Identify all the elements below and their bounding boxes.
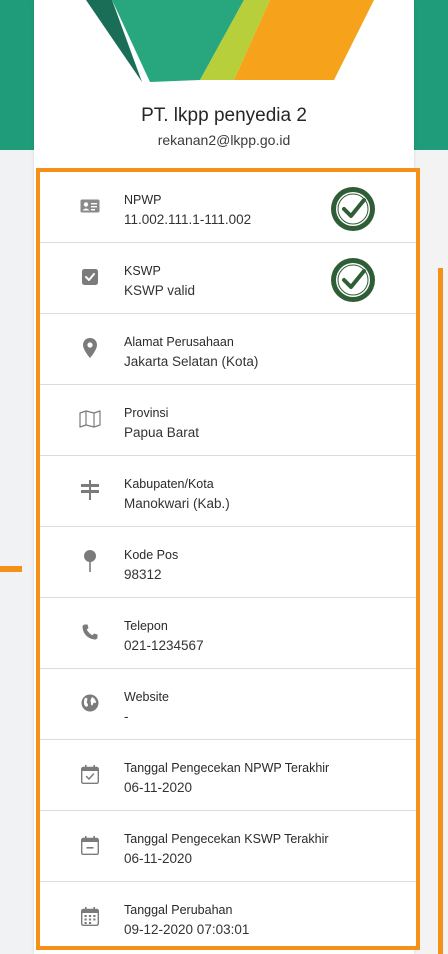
detail-label: NPWP bbox=[124, 193, 162, 207]
detail-label: Telepon bbox=[124, 619, 168, 633]
detail-value: Manokwari (Kab.) bbox=[124, 496, 230, 511]
detail-value: 11.002.111.1-111.002 bbox=[124, 212, 252, 227]
calendar-check-icon bbox=[78, 762, 102, 786]
detail-row-tanggal-perubahan: Tanggal Perubahan 09-12-2020 07:03:01 bbox=[40, 882, 416, 946]
verified-badge-icon bbox=[330, 257, 376, 303]
company-header: PT. lkpp penyedia 2 rekanan2@lkpp.go.id bbox=[34, 104, 414, 150]
detail-row-kabupaten: Kabupaten/Kota Manokwari (Kab.) bbox=[40, 456, 416, 527]
detail-value: KSWP valid bbox=[124, 283, 196, 298]
detail-value: 06-11-2020 bbox=[124, 851, 193, 866]
detail-value: 021-1234567 bbox=[124, 638, 204, 653]
phone-icon bbox=[78, 620, 102, 644]
detail-label: Kabupaten/Kota bbox=[124, 477, 214, 491]
detail-label: Alamat Perusahaan bbox=[124, 335, 234, 349]
company-details-panel: NPWP 11.002.111.1-111.002 KSWP KSWP vali… bbox=[36, 168, 420, 950]
profile-banner bbox=[34, 0, 414, 90]
detail-value: 06-11-2020 bbox=[124, 780, 193, 795]
background-teal-band-right bbox=[414, 0, 448, 150]
detail-label: Tanggal Perubahan bbox=[124, 903, 233, 917]
verified-badge-icon bbox=[330, 186, 376, 232]
background-teal-band-left bbox=[0, 0, 34, 150]
detail-row-kode-pos: Kode Pos 98312 bbox=[40, 527, 416, 598]
detail-label: Website bbox=[124, 690, 169, 704]
detail-label: Provinsi bbox=[124, 406, 169, 420]
detail-row-telepon: Telepon 021-1234567 bbox=[40, 598, 416, 669]
detail-row-kswp: KSWP KSWP valid bbox=[40, 243, 416, 314]
signpost-icon bbox=[78, 478, 102, 502]
map-icon bbox=[78, 407, 102, 431]
detail-value: - bbox=[124, 709, 129, 724]
detail-value: 98312 bbox=[124, 567, 162, 582]
connector-line-left bbox=[0, 566, 22, 572]
company-name: PT. lkpp penyedia 2 bbox=[141, 105, 307, 126]
pushpin-icon bbox=[78, 549, 102, 573]
detail-row-provinsi: Provinsi Papua Barat bbox=[40, 385, 416, 456]
detail-value: Jakarta Selatan (Kota) bbox=[124, 354, 259, 369]
calendar-icon bbox=[78, 904, 102, 928]
detail-row-npwp: NPWP 11.002.111.1-111.002 bbox=[40, 172, 416, 243]
detail-label: Kode Pos bbox=[124, 548, 179, 562]
globe-icon bbox=[78, 691, 102, 715]
detail-row-alamat: Alamat Perusahaan Jakarta Selatan (Kota) bbox=[40, 314, 416, 385]
detail-value: Papua Barat bbox=[124, 425, 200, 440]
id-card-icon bbox=[78, 194, 102, 218]
checkbox-icon bbox=[78, 265, 102, 289]
detail-label: Tanggal Pengecekan KSWP Terakhir bbox=[124, 832, 329, 846]
detail-row-tanggal-kswp: Tanggal Pengecekan KSWP Terakhir 06-11-2… bbox=[40, 811, 416, 882]
detail-label: KSWP bbox=[124, 264, 161, 278]
adjacent-panel-highlight bbox=[438, 268, 443, 954]
map-pin-icon bbox=[78, 336, 102, 360]
detail-label: Tanggal Pengecekan NPWP Terakhir bbox=[124, 761, 330, 775]
detail-row-website: Website - bbox=[40, 669, 416, 740]
banner-graphic bbox=[86, 0, 374, 82]
detail-row-tanggal-npwp: Tanggal Pengecekan NPWP Terakhir 06-11-2… bbox=[40, 740, 416, 811]
company-email: rekanan2@lkpp.go.id bbox=[157, 132, 291, 148]
detail-value: 09-12-2020 07:03:01 bbox=[124, 922, 250, 937]
calendar-minus-icon bbox=[78, 833, 102, 857]
